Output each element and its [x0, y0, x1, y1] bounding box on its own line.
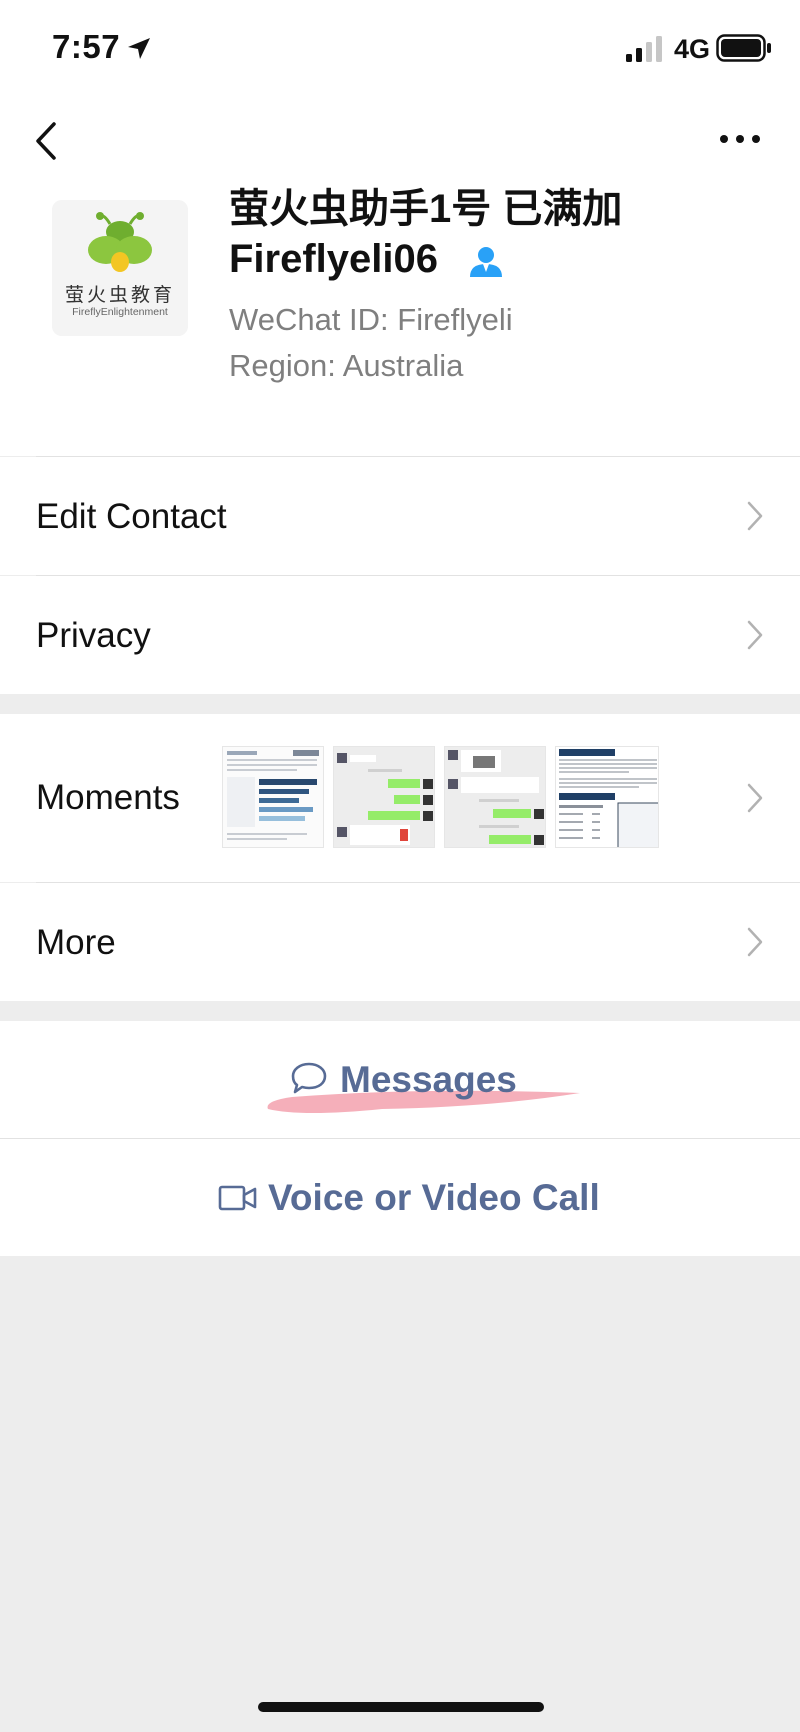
moment-thumbnail[interactable] [444, 746, 546, 848]
privacy-label: Privacy [36, 616, 151, 655]
contact-name: 萤火虫助手1号 已满加Fireflyeli06 [229, 184, 769, 284]
chat-preview-icon [445, 747, 545, 847]
moments-label: Moments [36, 778, 180, 817]
edit-contact-row[interactable]: Edit Contact [0, 457, 800, 575]
score-report-preview-icon [556, 747, 658, 847]
chat-bubble-icon [291, 1062, 327, 1094]
voice-video-call-label: Voice or Video Call [268, 1177, 600, 1218]
moment-thumbnail[interactable] [333, 746, 435, 848]
back-icon[interactable] [30, 118, 66, 164]
location-arrow-icon [128, 38, 150, 59]
privacy-row[interactable]: Privacy [0, 576, 800, 694]
person-icon [470, 247, 503, 278]
avatar-caption-cn: 萤火虫教育 [64, 284, 175, 306]
edit-contact-label: Edit Contact [36, 497, 227, 536]
document-preview-icon [223, 747, 323, 847]
chevron-right-icon [747, 620, 763, 650]
chevron-right-icon [747, 927, 763, 957]
more-options-icon[interactable] [716, 124, 764, 154]
avatar-caption-en: FireflyEnlightenment [72, 306, 168, 318]
contact-name-text: 萤火虫助手1号 已满加Fireflyeli06 [229, 187, 623, 281]
chevron-right-icon [747, 783, 763, 813]
video-camera-icon [218, 1185, 257, 1211]
status-time: 7:57 [52, 28, 121, 65]
status-bar: 7:57 4G [0, 0, 800, 100]
messages-button[interactable]: Messages [0, 1021, 800, 1138]
more-label: More [36, 923, 116, 962]
moment-thumbnail[interactable] [222, 746, 324, 848]
messages-label: Messages [340, 1059, 517, 1100]
avatar[interactable]: 萤火虫教育 FireflyEnlightenment [52, 200, 188, 336]
wechat-id: WeChat ID: Fireflyeli [229, 302, 513, 337]
chevron-right-icon [747, 501, 763, 531]
home-indicator [258, 1702, 544, 1712]
region: Region: Australia [229, 348, 464, 383]
more-row[interactable]: More [0, 883, 800, 1001]
network-type: 4G [674, 34, 711, 64]
battery-icon [716, 34, 771, 62]
voice-video-call-button[interactable]: Voice or Video Call [0, 1139, 800, 1256]
signal-icon [626, 36, 662, 62]
chat-preview-icon [334, 747, 434, 847]
moment-thumbnail[interactable] [555, 746, 659, 848]
profile-header: 萤火虫教育 FireflyEnlightenment 萤火虫助手1号 已满加Fi… [0, 100, 800, 456]
